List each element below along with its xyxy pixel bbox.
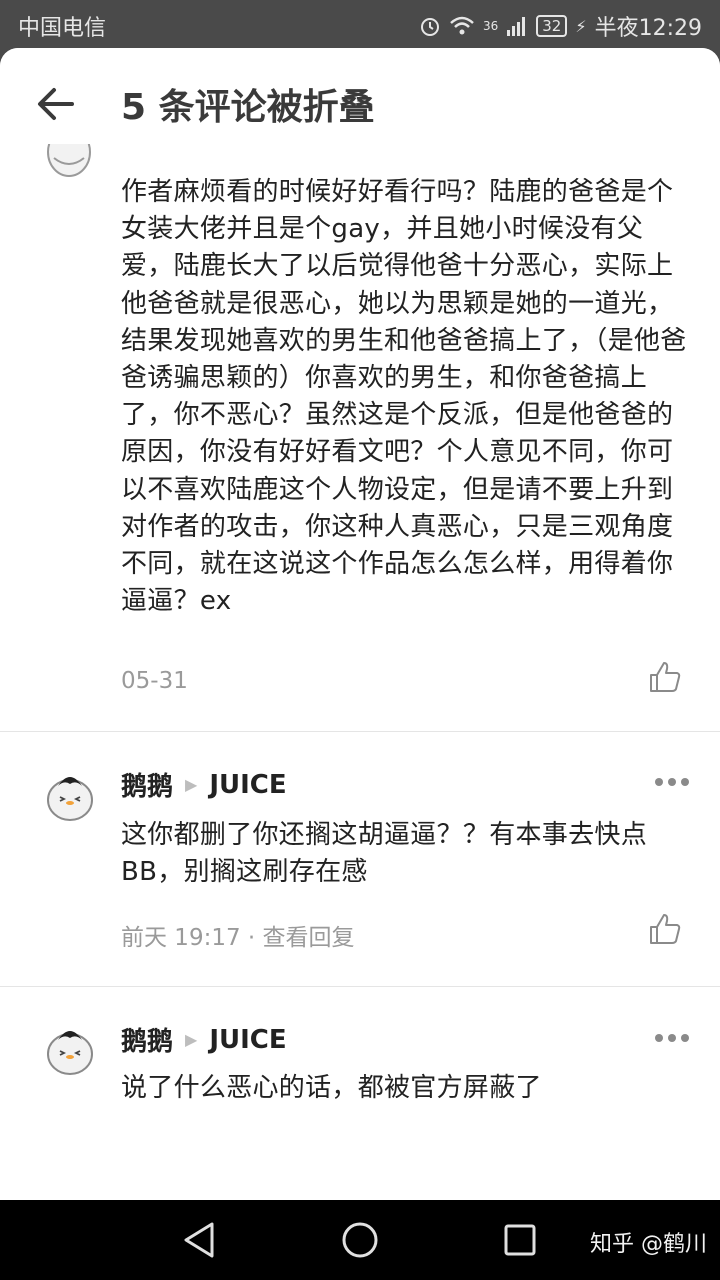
reply-arrow-icon: ▶	[185, 1030, 198, 1049]
status-icons: 36 32 ⚡ 半夜12:29	[419, 10, 702, 42]
comment-meta: 05-31	[121, 668, 188, 694]
nav-recents-icon[interactable]	[498, 1218, 542, 1262]
thumbs-up-icon[interactable]	[648, 660, 682, 694]
more-options-icon[interactable]	[654, 1032, 690, 1044]
divider	[0, 986, 720, 987]
status-bar: 中国电信 36 32 ⚡ 半夜12:29	[0, 0, 720, 48]
avatar[interactable]	[44, 144, 94, 178]
divider	[0, 731, 720, 732]
reply-to-name[interactable]: JUICE	[209, 770, 286, 800]
comments-sheet: 5 条评论被折叠 作者麻烦看的时候好好看行吗？陆鹿的爸爸是个女装大佬并且是个ga…	[0, 48, 720, 1200]
comment-meta: 前天 19:17 · 查看回复	[121, 918, 355, 952]
comment-author-line: 鹅鹅 ▶ JUICE	[121, 1021, 287, 1058]
avatar[interactable]	[44, 1024, 96, 1076]
meta-separator: ·	[240, 925, 263, 951]
page-title: 5 条评论被折叠	[121, 87, 375, 128]
comment-date: 05-31	[121, 668, 188, 694]
alarm-icon	[420, 18, 439, 36]
watermark: 知乎 @鹤川	[590, 1232, 707, 1257]
network-type-label: 36	[482, 19, 499, 33]
avatar[interactable]	[44, 770, 96, 822]
clock-label: 半夜12:29	[594, 16, 702, 41]
wifi-icon	[450, 16, 474, 35]
nav-back-icon[interactable]	[178, 1218, 222, 1262]
header: 5 条评论被折叠	[0, 48, 720, 160]
thumbs-up-icon[interactable]	[648, 912, 682, 946]
more-options-icon[interactable]	[654, 776, 690, 788]
reply-arrow-icon: ▶	[185, 775, 198, 794]
charging-icon: ⚡	[575, 16, 587, 36]
navigation-bar: 知乎 @鹤川	[0, 1200, 720, 1280]
view-replies-link[interactable]: 查看回复	[263, 925, 355, 951]
back-arrow-icon[interactable]	[36, 84, 76, 124]
comment-text: 这你都删了你还搁这胡逼逼？？有本事去快点BB，别搁这刷存在感	[121, 820, 648, 888]
battery-level: 32	[536, 15, 568, 37]
comment-text: 作者麻烦看的时候好好看行吗？陆鹿的爸爸是个女装大佬并且是个gay，并且她小时候没…	[121, 177, 687, 617]
comment-text: 说了什么恶心的话，都被官方屏蔽了	[121, 1073, 542, 1103]
signal-icon	[507, 17, 526, 36]
comment-date: 前天 19:17	[121, 925, 241, 951]
carrier-label: 中国电信	[18, 16, 107, 41]
author-name[interactable]: 鹅鹅	[121, 1021, 173, 1058]
reply-to-name[interactable]: JUICE	[209, 1025, 286, 1055]
author-name[interactable]: 鹅鹅	[121, 766, 173, 803]
nav-home-icon[interactable]	[338, 1218, 382, 1262]
comment-author-line: 鹅鹅 ▶ JUICE	[121, 766, 287, 803]
